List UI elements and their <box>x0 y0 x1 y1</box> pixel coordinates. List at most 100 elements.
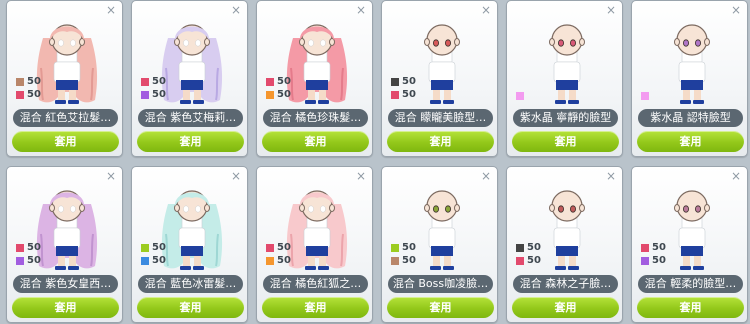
apply-button[interactable]: 套用 <box>512 131 619 152</box>
material-swatch-icon <box>266 90 274 99</box>
material-row: 50 <box>16 75 56 88</box>
material-list <box>641 89 681 102</box>
material-swatch-icon <box>641 91 649 100</box>
style-name-label: 混合 矇矓美臉型… <box>388 109 493 127</box>
material-swatch-icon <box>141 256 149 265</box>
material-count: 50 <box>277 88 291 100</box>
material-swatch-icon <box>141 243 149 252</box>
material-row: 50 <box>16 88 56 101</box>
material-count: 50 <box>402 241 416 253</box>
style-card: × 50 50 混合 橘色珍珠髮… 套用 <box>256 0 373 157</box>
material-count: 50 <box>152 75 166 87</box>
material-count: 50 <box>277 254 291 266</box>
material-swatch-icon <box>641 256 649 265</box>
material-row: 50 <box>16 241 56 254</box>
apply-button[interactable]: 套用 <box>512 297 619 318</box>
apply-button[interactable]: 套用 <box>12 297 119 318</box>
material-list: 50 50 <box>141 241 181 267</box>
material-count: 50 <box>152 88 166 100</box>
style-card: × 50 50 混合 紅色艾拉髮… 套用 <box>6 0 123 157</box>
material-count: 50 <box>27 75 41 87</box>
material-row: 50 <box>391 254 431 267</box>
apply-button[interactable]: 套用 <box>262 297 369 318</box>
material-list: 50 50 <box>391 241 431 267</box>
material-swatch-icon <box>16 77 24 86</box>
style-card: × 紫水晶 寧靜的臉型 套用 <box>506 0 623 157</box>
material-count: 50 <box>152 241 166 253</box>
material-swatch-icon <box>266 256 274 265</box>
material-row: 50 <box>516 254 556 267</box>
material-count: 50 <box>652 241 666 253</box>
material-row: 50 <box>641 241 681 254</box>
material-list: 50 50 <box>266 241 306 267</box>
material-count: 50 <box>652 254 666 266</box>
material-count: 50 <box>277 241 291 253</box>
material-swatch-icon <box>141 77 149 86</box>
material-count: 50 <box>27 254 41 266</box>
style-name-label: 混合 輕柔的臉型… <box>638 275 743 293</box>
material-swatch-icon <box>641 243 649 252</box>
material-swatch-icon <box>16 243 24 252</box>
material-count: 50 <box>152 254 166 266</box>
style-name-label: 紫水晶 寧靜的臉型 <box>513 109 618 127</box>
material-count: 50 <box>277 75 291 87</box>
material-row: 50 <box>516 241 556 254</box>
style-card: × 50 50 混合 Boss咖凌臉… 套用 <box>381 166 498 323</box>
material-count: 50 <box>27 88 41 100</box>
material-swatch-icon <box>391 256 399 265</box>
material-row: 50 <box>266 241 306 254</box>
apply-button[interactable]: 套用 <box>637 131 744 152</box>
material-count: 50 <box>402 254 416 266</box>
apply-button[interactable]: 套用 <box>137 297 244 318</box>
material-swatch-icon <box>391 90 399 99</box>
style-name-label: 混合 橘色紅狐之… <box>263 275 368 293</box>
style-name-label: 紫水晶 認特臉型 <box>638 109 743 127</box>
material-swatch-icon <box>16 256 24 265</box>
material-row: 50 <box>141 241 181 254</box>
material-swatch-icon <box>141 90 149 99</box>
style-card: × 紫水晶 認特臉型 套用 <box>631 0 748 157</box>
material-swatch-icon <box>516 256 524 265</box>
apply-button[interactable]: 套用 <box>262 131 369 152</box>
material-row: 50 <box>266 75 306 88</box>
material-swatch-icon <box>266 77 274 86</box>
material-row <box>516 89 556 102</box>
style-name-label: 混合 藍色冰雷髮… <box>138 275 243 293</box>
material-list <box>516 89 556 102</box>
material-swatch-icon <box>516 91 524 100</box>
style-name-label: 混合 紫色女皇西… <box>13 275 118 293</box>
material-list: 50 50 <box>266 75 306 101</box>
material-swatch-icon <box>391 77 399 86</box>
style-card: × 50 50 混合 橘色紅狐之… 套用 <box>256 166 373 323</box>
style-card-grid: × 50 50 混合 紅色艾拉髮… 套用 × 50 50 混合 紫色艾梅莉… 套… <box>0 0 750 324</box>
style-card: × 50 50 混合 輕柔的臉型… 套用 <box>631 166 748 323</box>
material-row: 50 <box>16 254 56 267</box>
material-swatch-icon <box>516 243 524 252</box>
material-swatch-icon <box>16 90 24 99</box>
material-row: 50 <box>141 88 181 101</box>
material-row: 50 <box>641 254 681 267</box>
apply-button[interactable]: 套用 <box>387 297 494 318</box>
material-row: 50 <box>391 75 431 88</box>
material-count: 50 <box>27 241 41 253</box>
style-name-label: 混合 紫色艾梅莉… <box>138 109 243 127</box>
material-list: 50 50 <box>141 75 181 101</box>
material-row: 50 <box>141 75 181 88</box>
material-row: 50 <box>141 254 181 267</box>
apply-button[interactable]: 套用 <box>637 297 744 318</box>
material-count: 50 <box>402 88 416 100</box>
apply-button[interactable]: 套用 <box>137 131 244 152</box>
material-count: 50 <box>527 254 541 266</box>
material-list: 50 50 <box>16 241 56 267</box>
style-name-label: 混合 Boss咖凌臉… <box>388 275 493 293</box>
material-swatch-icon <box>266 243 274 252</box>
apply-button[interactable]: 套用 <box>12 131 119 152</box>
material-row: 50 <box>266 254 306 267</box>
material-swatch-icon <box>391 243 399 252</box>
material-list: 50 50 <box>16 75 56 101</box>
style-card: × 50 50 混合 森林之子臉… 套用 <box>506 166 623 323</box>
apply-button[interactable]: 套用 <box>387 131 494 152</box>
material-count: 50 <box>402 75 416 87</box>
style-name-label: 混合 橘色珍珠髮… <box>263 109 368 127</box>
material-list: 50 50 <box>516 241 556 267</box>
